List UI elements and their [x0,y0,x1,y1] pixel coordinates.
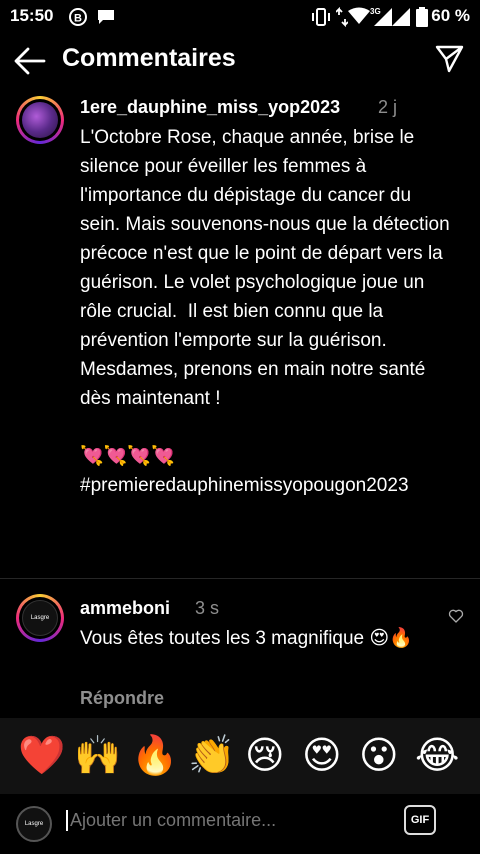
svg-text:B: B [74,13,82,25]
status-time: 15:50 [10,6,54,25]
emoji-raising-hands[interactable]: 🙌 [74,734,121,778]
data-arrows-icon [336,7,348,27]
emoji-clapping[interactable]: 👏 [188,734,235,778]
vibrate-icon [312,8,330,26]
avatar-text: Lasgre [24,821,44,827]
like-heart-icon[interactable] [448,608,464,624]
avatar: Lasgre [16,806,52,842]
comment-time: 3 s [195,598,220,618]
comment-username[interactable]: ammeboni [80,598,170,619]
battery-percent: 60 % [431,6,470,25]
emoji-crying[interactable]: 😢 [245,734,285,778]
back-arrow-icon[interactable] [14,46,46,76]
wifi-icon [348,7,370,24]
divider [0,578,480,579]
svg-text:3G: 3G [370,7,381,16]
comment-username[interactable]: 1ere_dauphine_miss_yop2023 [80,97,340,118]
signal-3g-icon: 3G [370,7,392,26]
comment-text: L'Octobre Rose, chaque année, brise le s… [80,127,450,496]
message-icon [98,10,114,24]
gif-button[interactable]: GIF [404,805,436,835]
emoji-heart-eyes[interactable]: 😍 [302,734,342,778]
signal-icon [392,8,410,26]
comment-text: Vous êtes toutes les 3 magnifique 😍🔥 [80,628,413,649]
battery-icon [416,7,428,27]
emoji-surprised[interactable]: 😮 [359,734,399,778]
comment-time: 2 j [378,97,398,117]
emoji-quick-bar: ❤️ 🙌 🔥 👏 😢 😍 😮 😂 [0,718,480,794]
avatar[interactable]: Lasgre [16,594,64,642]
bitcoin-icon: B [69,8,87,26]
emoji-fire[interactable]: 🔥 [131,734,178,778]
header: Commentaires [0,32,480,88]
emoji-red-heart[interactable]: ❤️ [18,734,65,778]
page-title: Commentaires [62,44,236,72]
send-icon[interactable] [434,44,464,74]
status-bar: 15:50 B 3G 60 % [0,0,480,32]
comment-input[interactable] [66,810,390,831]
reply-button[interactable]: Répondre [80,688,164,709]
avatar[interactable] [16,96,64,144]
emoji-laughing[interactable]: 😂 [415,734,459,778]
avatar-text: Lasgre [30,615,50,621]
